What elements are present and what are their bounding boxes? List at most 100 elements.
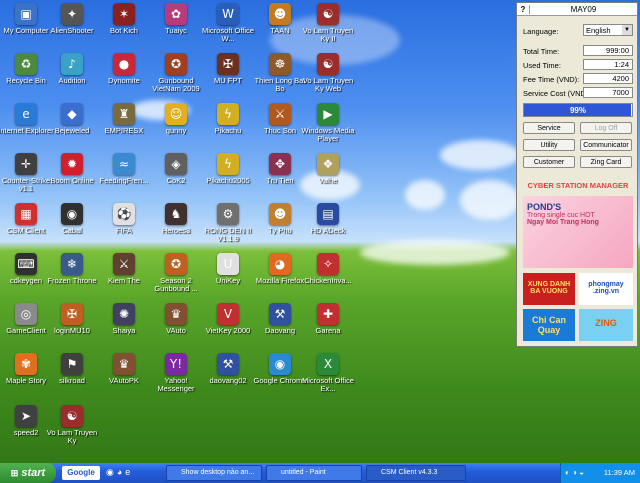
- ad-xung-danh[interactable]: XUNG DANH BA VUONG: [523, 273, 575, 305]
- total-time-value: 999:00: [583, 45, 633, 56]
- desktop-icon-label: silkroad: [59, 377, 85, 385]
- google-toolbar[interactable]: Google: [62, 466, 100, 480]
- desktop-icon[interactable]: W Microsoft Office W...: [202, 3, 254, 43]
- desktop-icon-label: daovang02: [209, 377, 247, 385]
- desktop-icon[interactable]: ✹ Boom Online: [46, 153, 98, 185]
- quick-launch-icons[interactable]: ◉◕e: [106, 467, 133, 478]
- game-icon: ✾: [15, 353, 37, 375]
- desktop-icon[interactable]: ✚ Garena: [302, 303, 354, 335]
- desktop-icon[interactable]: ✿ Tuaiyc: [150, 3, 202, 35]
- used-time-label: Used Time:: [523, 61, 561, 70]
- game-icon: ✿: [165, 3, 187, 25]
- desktop-icon-label: CoK2: [166, 177, 186, 185]
- ponds-line1: Trong single cuc HOT: [527, 212, 595, 219]
- game-icon: ☯: [61, 405, 83, 427]
- desktop-icon[interactable]: ⚽ FIFA: [98, 203, 150, 235]
- desktop-icon[interactable]: ✪ Gunbound VietNam 2009: [150, 53, 202, 93]
- ad-chi-can-quay[interactable]: Chi Can Quay: [523, 309, 575, 341]
- desktop-icon[interactable]: ◈ CoK2: [150, 153, 202, 185]
- cloud: [360, 240, 510, 265]
- desktop-icon[interactable]: ♜ EMPIRESX: [98, 103, 150, 135]
- ponds-ad-banner[interactable]: POND'S Trong single cuc HOT Ngay Moi Tra…: [523, 196, 633, 268]
- cloud: [405, 180, 445, 210]
- desktop-icon[interactable]: ✠ loginMU10: [46, 303, 98, 335]
- chevron-down-icon[interactable]: ▼: [622, 25, 632, 35]
- desktop-icon[interactable]: ⚙ RONG DEN II V1.1.9: [202, 203, 254, 243]
- zing-card-button[interactable]: Zing Card: [580, 156, 632, 168]
- game-icon: ♞: [165, 203, 187, 225]
- cyber-station-manager-brand: CYBER STATION MANAGER: [527, 181, 629, 190]
- language-select[interactable]: English ▼: [583, 24, 633, 36]
- desktop-icon[interactable]: U UniKey: [202, 253, 254, 285]
- start-button[interactable]: ⊞ start: [0, 463, 56, 483]
- desktop-icon[interactable]: ♪ Audition: [46, 53, 98, 85]
- desktop-icon[interactable]: ⚑ silkroad: [46, 353, 98, 385]
- desktop-icon[interactable]: ♛ VAutoPK: [98, 353, 150, 385]
- fee-time-label: Fee Time (VND):: [523, 75, 580, 84]
- utility-button[interactable]: Utility: [523, 139, 575, 151]
- desktop-icon-label: Gunbound VietNam 2009: [152, 77, 200, 93]
- csm-title: MAY09: [570, 4, 597, 14]
- desktop-icon[interactable]: ◉ Cabal: [46, 203, 98, 235]
- desktop-icon[interactable]: Y! Yahoo! Messenger: [150, 353, 202, 393]
- game-icon: ☸: [269, 53, 291, 75]
- desktop-icon[interactable]: ❖ Valhe: [302, 153, 354, 185]
- desktop-icon[interactable]: ⚔ Kiem The: [98, 253, 150, 285]
- desktop-icon[interactable]: ✺ Shaiya: [98, 303, 150, 335]
- desktop-icon[interactable]: ❄ Frozen Throne: [46, 253, 98, 285]
- desktop-icon[interactable]: ▶ Windows Media Player: [302, 103, 354, 143]
- desktop-icon[interactable]: ϟ Pikachu2005: [202, 153, 254, 185]
- desktop-icon[interactable]: ϟ Pikachu: [202, 103, 254, 135]
- desktop-icon[interactable]: ✪ Season 2 Gunbound ...: [150, 253, 202, 293]
- service-button[interactable]: Service: [523, 122, 575, 134]
- desktop-icon[interactable]: ✧ ChickenInva...: [302, 253, 354, 285]
- desktop-icon[interactable]: ☯ Vo Lam Truyen Ky: [46, 405, 98, 445]
- desktop-icon-label: Microsoft Office W...: [202, 27, 254, 43]
- desktop-icon-label: FeedingFren...: [99, 177, 149, 185]
- game-icon: ❄: [61, 253, 83, 275]
- tray-icons[interactable]: ◐ ◑ ◒: [565, 463, 584, 483]
- desktop-icon[interactable]: ☯ Vo Lam Truyen Ky II: [302, 3, 354, 43]
- desktop-icon-label: loginMU10: [54, 327, 90, 335]
- desktop-icon-label: Yahoo! Messenger: [157, 377, 195, 393]
- desktop-icon-label: HD ADeck: [310, 227, 346, 235]
- desktop-icon[interactable]: ≈ FeedingFren...: [98, 153, 150, 185]
- desktop-icon-label: gunny: [165, 127, 187, 135]
- desktop-icon[interactable]: ▤ HD ADeck: [302, 203, 354, 235]
- desktop-icon[interactable]: ♛ VAuto: [150, 303, 202, 335]
- desktop-icon-label: Audition: [58, 77, 86, 85]
- help-button[interactable]: ?: [517, 4, 530, 14]
- desktop-icon[interactable]: ✶ Bot Kich: [98, 3, 150, 35]
- desktop-icon[interactable]: ✛ Counter-Strike v1.1: [0, 153, 52, 193]
- csm-client-icon: ▦: [15, 203, 37, 225]
- customer-button[interactable]: Customer: [523, 156, 575, 168]
- taskbar-button-paint[interactable]: untitled - Paint: [266, 465, 362, 481]
- desktop-icon[interactable]: ♞ Heroes3: [150, 203, 202, 235]
- game-icon: ✪: [165, 253, 187, 275]
- desktop-icon[interactable]: X Microsoft Office Ex...: [302, 353, 354, 393]
- taskbar-button-csm-client[interactable]: CSM Client v4.3.3: [366, 465, 466, 481]
- system-tray: ◐ ◑ ◒ 11:39 AM: [560, 463, 640, 483]
- desktop-icon[interactable]: ● Dynomite: [98, 53, 150, 85]
- word-icon: W: [217, 3, 239, 25]
- desktop-icon[interactable]: ✠ MU FPT: [202, 53, 254, 85]
- computer-icon: ▣: [15, 3, 37, 25]
- desktop-icon[interactable]: ☯ Vo Lam Truyen Ky Web: [302, 53, 354, 93]
- communicator-button[interactable]: Communicator: [580, 139, 632, 151]
- taskbar-button-browser[interactable]: Show desktop nào an...: [166, 465, 262, 481]
- logoff-button[interactable]: Log Off: [580, 122, 632, 134]
- game-icon: ✠: [61, 303, 83, 325]
- desktop-icon-label: Season 2 Gunbound ...: [154, 277, 198, 293]
- ad-zing[interactable]: ZING: [579, 309, 633, 341]
- desktop-icon-label: Tuaiyc: [165, 27, 187, 35]
- ad-phongmay[interactable]: phongmay .zing.vn: [579, 273, 633, 305]
- desktop-icon[interactable]: ◆ Bejeweled: [46, 103, 98, 135]
- game-icon: ✛: [15, 153, 37, 175]
- progress-text: 99%: [569, 106, 586, 115]
- desktop-icon[interactable]: ☺ gunny: [150, 103, 202, 135]
- game-icon: ➤: [15, 405, 37, 427]
- service-cost-label: Service Cost (VND):: [523, 89, 591, 98]
- desktop-icon[interactable]: V VietKey 2000: [202, 303, 254, 335]
- desktop-icon[interactable]: ⚒ daovang02: [202, 353, 254, 385]
- desktop-icon[interactable]: ✦ AlienShooter: [46, 3, 98, 35]
